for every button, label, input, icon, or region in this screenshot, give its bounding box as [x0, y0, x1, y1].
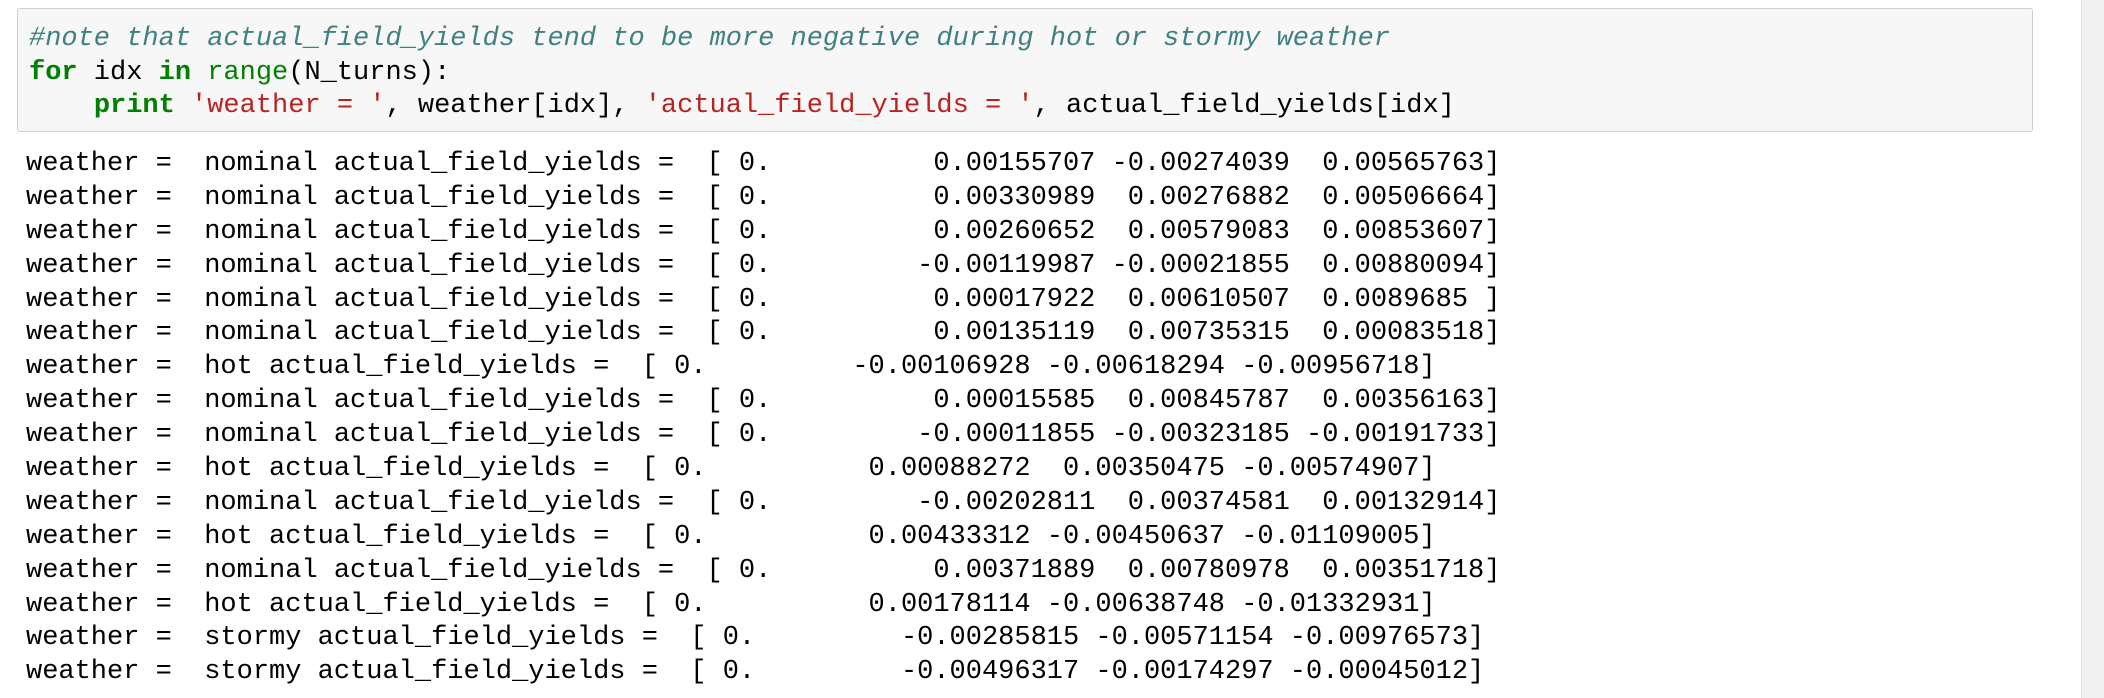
- output-line: weather = nominal actual_field_yields = …: [26, 318, 1501, 349]
- string-literal: 'weather = ': [191, 91, 386, 121]
- code-cell-input[interactable]: #note that actual_field_yields tend to b…: [17, 8, 2033, 132]
- code-line-comment: #note that actual_field_yields tend to b…: [29, 23, 2032, 57]
- keyword-in: in: [158, 57, 192, 88]
- output-line: weather = nominal actual_field_yields = …: [26, 555, 1501, 586]
- output-line: weather = hot actual_field_yields = [ 0.…: [26, 589, 1436, 620]
- code-text: , actual_field_yields[idx]: [1033, 91, 1455, 121]
- keyword-for: for: [29, 57, 78, 88]
- code-line-print: print 'weather = ', weather[idx], 'actua…: [29, 90, 2032, 124]
- code-line-for: for idx in range(N_turns):: [29, 57, 2032, 91]
- output-line: weather = nominal actual_field_yields = …: [26, 487, 1501, 518]
- output-line: weather = nominal actual_field_yields = …: [26, 386, 1501, 417]
- builtin-range: range: [207, 57, 289, 88]
- output-line: weather = hot actual_field_yields = [ 0.…: [26, 454, 1436, 485]
- code-comment: #note that actual_field_yields tend to b…: [29, 24, 1391, 54]
- code-text: idx: [77, 57, 159, 88]
- code-text: , weather[idx],: [385, 91, 645, 121]
- code-cell-output: weather = nominal actual_field_yields = …: [26, 148, 2026, 698]
- output-line: weather = stormy actual_field_yields = […: [26, 623, 1485, 654]
- output-line: weather = stormy actual_field_yields = […: [26, 657, 1485, 688]
- output-line: weather = nominal actual_field_yields = …: [26, 250, 1501, 281]
- output-line: weather = hot actual_field_yields = [ 0.…: [26, 352, 1436, 383]
- code-text: (N_turns):: [288, 57, 451, 88]
- output-line: weather = nominal actual_field_yields = …: [26, 420, 1501, 451]
- output-line: weather = nominal actual_field_yields = …: [26, 216, 1501, 247]
- vertical-scrollbar[interactable]: [2081, 0, 2104, 698]
- output-line: weather = nominal actual_field_yields = …: [26, 284, 1501, 315]
- output-line: weather = nominal actual_field_yields = …: [26, 149, 1501, 179]
- output-line: weather = hot actual_field_yields = [ 0.…: [26, 521, 1436, 552]
- string-literal: 'actual_field_yields = ': [644, 91, 1034, 121]
- output-line: weather = nominal actual_field_yields = …: [26, 182, 1501, 213]
- keyword-print: print: [93, 91, 175, 121]
- notebook-page: #note that actual_field_yields tend to b…: [0, 0, 2104, 698]
